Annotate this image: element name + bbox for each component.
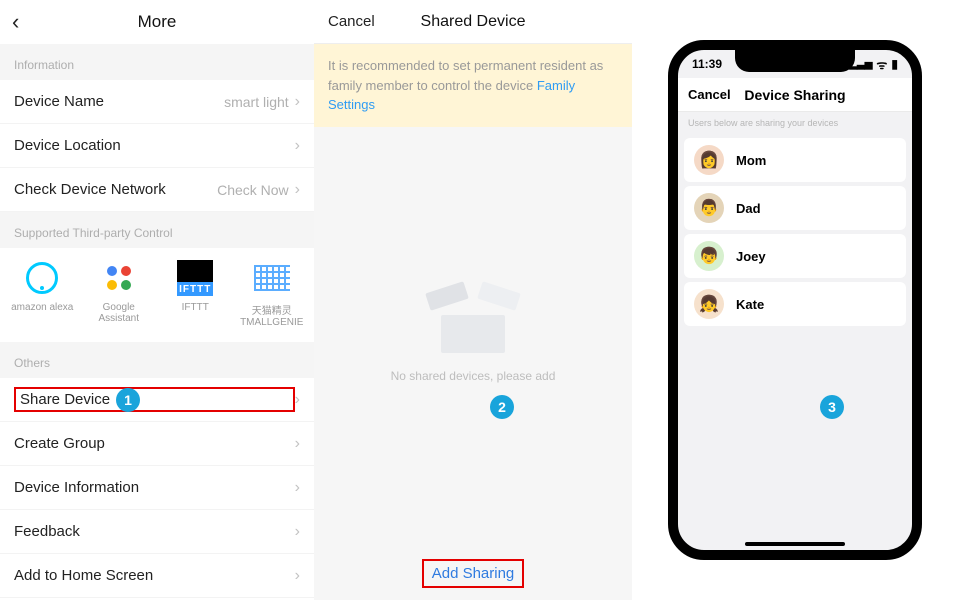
row-feedback[interactable]: Feedback › [0, 510, 314, 554]
row-value: smart light [224, 94, 289, 110]
empty-box-icon [433, 293, 513, 353]
row-share-device[interactable]: Share Device › [0, 378, 314, 422]
more-screen: ‹ More Information Device Name smart lig… [0, 0, 314, 600]
footer: Add Sharing [314, 549, 632, 600]
header: ‹ More [0, 0, 314, 44]
row-check-network[interactable]: Check Device Network Check Now › [0, 168, 314, 212]
wifi-icon: ᯤ [876, 56, 887, 73]
phone-notch [735, 50, 855, 72]
add-sharing-button[interactable]: Add Sharing [422, 559, 525, 588]
row-value: Check Now [217, 182, 289, 198]
device-sharing-phone-mock: 11:39 ▂▃▅ ᯤ ▮ Cancel Device Sharing User… [632, 0, 958, 600]
row-label: Device Name [14, 93, 224, 110]
step-badge-1: 1 [116, 388, 140, 412]
integration-alexa[interactable]: amazon alexa [7, 260, 77, 328]
member-row[interactable]: 👩 Mom [684, 138, 906, 182]
chevron-right-icon: › [295, 181, 300, 199]
chevron-right-icon: › [295, 93, 300, 111]
step-badge-3: 3 [820, 395, 844, 419]
row-add-to-home-screen[interactable]: Add to Home Screen › [0, 554, 314, 598]
member-name: Dad [736, 201, 761, 216]
cancel-button[interactable]: Cancel [328, 13, 375, 30]
member-name: Joey [736, 249, 766, 264]
integration-tmall-genie[interactable]: 天猫精灵 TMALLGENIE [237, 260, 307, 328]
row-label: Create Group [14, 435, 295, 452]
row-device-location[interactable]: Device Location › [0, 124, 314, 168]
integration-ifttt[interactable]: IFTTT IFTTT [160, 260, 230, 328]
integration-caption: IFTTT [182, 302, 209, 313]
row-device-name[interactable]: Device Name smart light › [0, 80, 314, 124]
row-label: Device Location [14, 137, 295, 154]
avatar: 👨 [694, 193, 724, 223]
row-create-group[interactable]: Create Group › [0, 422, 314, 466]
member-name: Mom [736, 153, 766, 168]
cancel-button[interactable]: Cancel [688, 87, 731, 102]
integration-caption: Google Assistant [84, 302, 154, 324]
chevron-right-icon: › [295, 435, 300, 453]
battery-icon: ▮ [891, 57, 898, 71]
shared-device-screen: Cancel Shared Device It is recommended t… [314, 0, 632, 600]
status-time: 11:39 [692, 57, 722, 71]
member-row[interactable]: 👧 Kate [684, 282, 906, 326]
row-label: Share Device [14, 387, 295, 412]
alexa-icon [24, 260, 60, 296]
tmall-genie-icon [254, 260, 290, 296]
row-label: Device Information [14, 479, 295, 496]
integrations: amazon alexa Google Assistant IFTTT IFTT… [0, 248, 314, 342]
member-row[interactable]: 👨 Dad [684, 186, 906, 230]
empty-text: No shared devices, please add [391, 369, 556, 383]
integration-caption: 天猫精灵 TMALLGENIE [237, 302, 307, 328]
row-label: Add to Home Screen [14, 567, 295, 584]
subtitle: Users below are sharing your devices [678, 112, 912, 134]
section-label-others: Others [0, 342, 314, 378]
chevron-right-icon: › [295, 479, 300, 497]
integration-caption: amazon alexa [11, 302, 73, 313]
avatar: 👧 [694, 289, 724, 319]
phone-frame: 11:39 ▂▃▅ ᯤ ▮ Cancel Device Sharing User… [668, 40, 922, 560]
family-settings-banner: It is recommended to set permanent resid… [314, 44, 632, 127]
section-label-information: Information [0, 44, 314, 80]
header: Cancel Shared Device [314, 0, 632, 44]
row-label: Feedback [14, 523, 295, 540]
ifttt-icon: IFTTT [177, 260, 213, 296]
member-row[interactable]: 👦 Joey [684, 234, 906, 278]
chevron-right-icon: › [295, 567, 300, 585]
chevron-right-icon: › [295, 137, 300, 155]
integration-google-assistant[interactable]: Google Assistant [84, 260, 154, 328]
google-assistant-icon [101, 260, 137, 296]
home-indicator [745, 542, 845, 546]
avatar: 👦 [694, 241, 724, 271]
page-title: More [0, 12, 314, 32]
chevron-right-icon: › [295, 391, 300, 409]
row-device-information[interactable]: Device Information › [0, 466, 314, 510]
row-label: Check Device Network [14, 181, 217, 198]
chevron-right-icon: › [295, 523, 300, 541]
empty-state: No shared devices, please add [314, 127, 632, 550]
section-label-supported: Supported Third-party Control [0, 212, 314, 248]
member-name: Kate [736, 297, 764, 312]
header: Cancel Device Sharing [678, 78, 912, 112]
avatar: 👩 [694, 145, 724, 175]
step-badge-2: 2 [490, 395, 514, 419]
